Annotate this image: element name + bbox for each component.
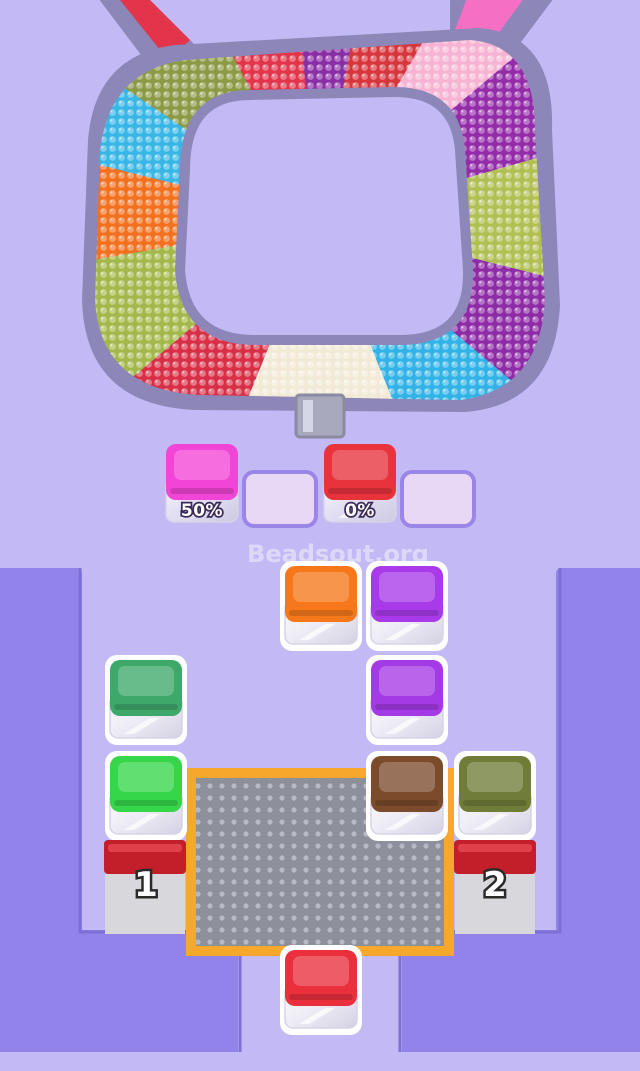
cup-teal-green[interactable]	[105, 655, 187, 745]
launcher-top-shine	[108, 844, 182, 852]
cup-lid-shine	[118, 762, 174, 792]
slot-progress-label: 50%	[181, 501, 223, 521]
cup-lid-shine	[332, 450, 388, 480]
cup-lid-shadow	[114, 800, 178, 806]
cup-lid-shadow	[289, 610, 353, 616]
game-board: 50% 0% Beadsout.org 1 2	[0, 0, 640, 1071]
bottom-strip	[0, 1052, 640, 1071]
cup-red-bottom[interactable]	[280, 945, 362, 1035]
cup-brown[interactable]	[366, 751, 448, 841]
track-inner-rim	[174, 86, 474, 345]
slot-progress-label: 0%	[345, 501, 375, 521]
cup-bright-green[interactable]	[105, 751, 187, 841]
launcher-2-number: 2	[483, 865, 507, 905]
cup-lid-shadow	[375, 610, 439, 616]
cup-lid-shadow	[375, 800, 439, 806]
launcher-1[interactable]: 1	[104, 840, 186, 934]
cup-lid-shine	[118, 666, 174, 696]
cup-lid-shine	[174, 450, 230, 480]
cup-lid-shine	[293, 956, 349, 986]
bead-spout-shine	[303, 400, 313, 432]
cup-purple-mid[interactable]	[366, 655, 448, 745]
cup-lid-shadow	[328, 488, 392, 494]
cup-lid-shadow	[170, 488, 234, 494]
empty-slot	[242, 470, 318, 528]
cup-lid-shine	[379, 572, 435, 602]
cup-lid-shadow	[463, 800, 527, 806]
collector-slots: 50% 0%	[165, 444, 476, 528]
slot-cup: 50%	[165, 444, 239, 523]
cup-lid-shadow	[114, 704, 178, 710]
cup-purple-top[interactable]	[366, 561, 448, 651]
cup-lid-shine	[379, 762, 435, 792]
empty-slot	[400, 470, 476, 528]
launcher-top-shine	[458, 844, 532, 852]
launcher-2[interactable]: 2	[454, 840, 536, 934]
launcher-1-number: 1	[134, 865, 158, 905]
cup-lid-shine	[293, 572, 349, 602]
cup-lid-shadow	[289, 994, 353, 1000]
cup-lid-shadow	[375, 704, 439, 710]
cup-lid-shine	[467, 762, 523, 792]
slot-cup: 0%	[323, 444, 397, 523]
cup-olive[interactable]	[454, 751, 536, 841]
cup-lid-shine	[379, 666, 435, 696]
cup-orange[interactable]	[280, 561, 362, 651]
